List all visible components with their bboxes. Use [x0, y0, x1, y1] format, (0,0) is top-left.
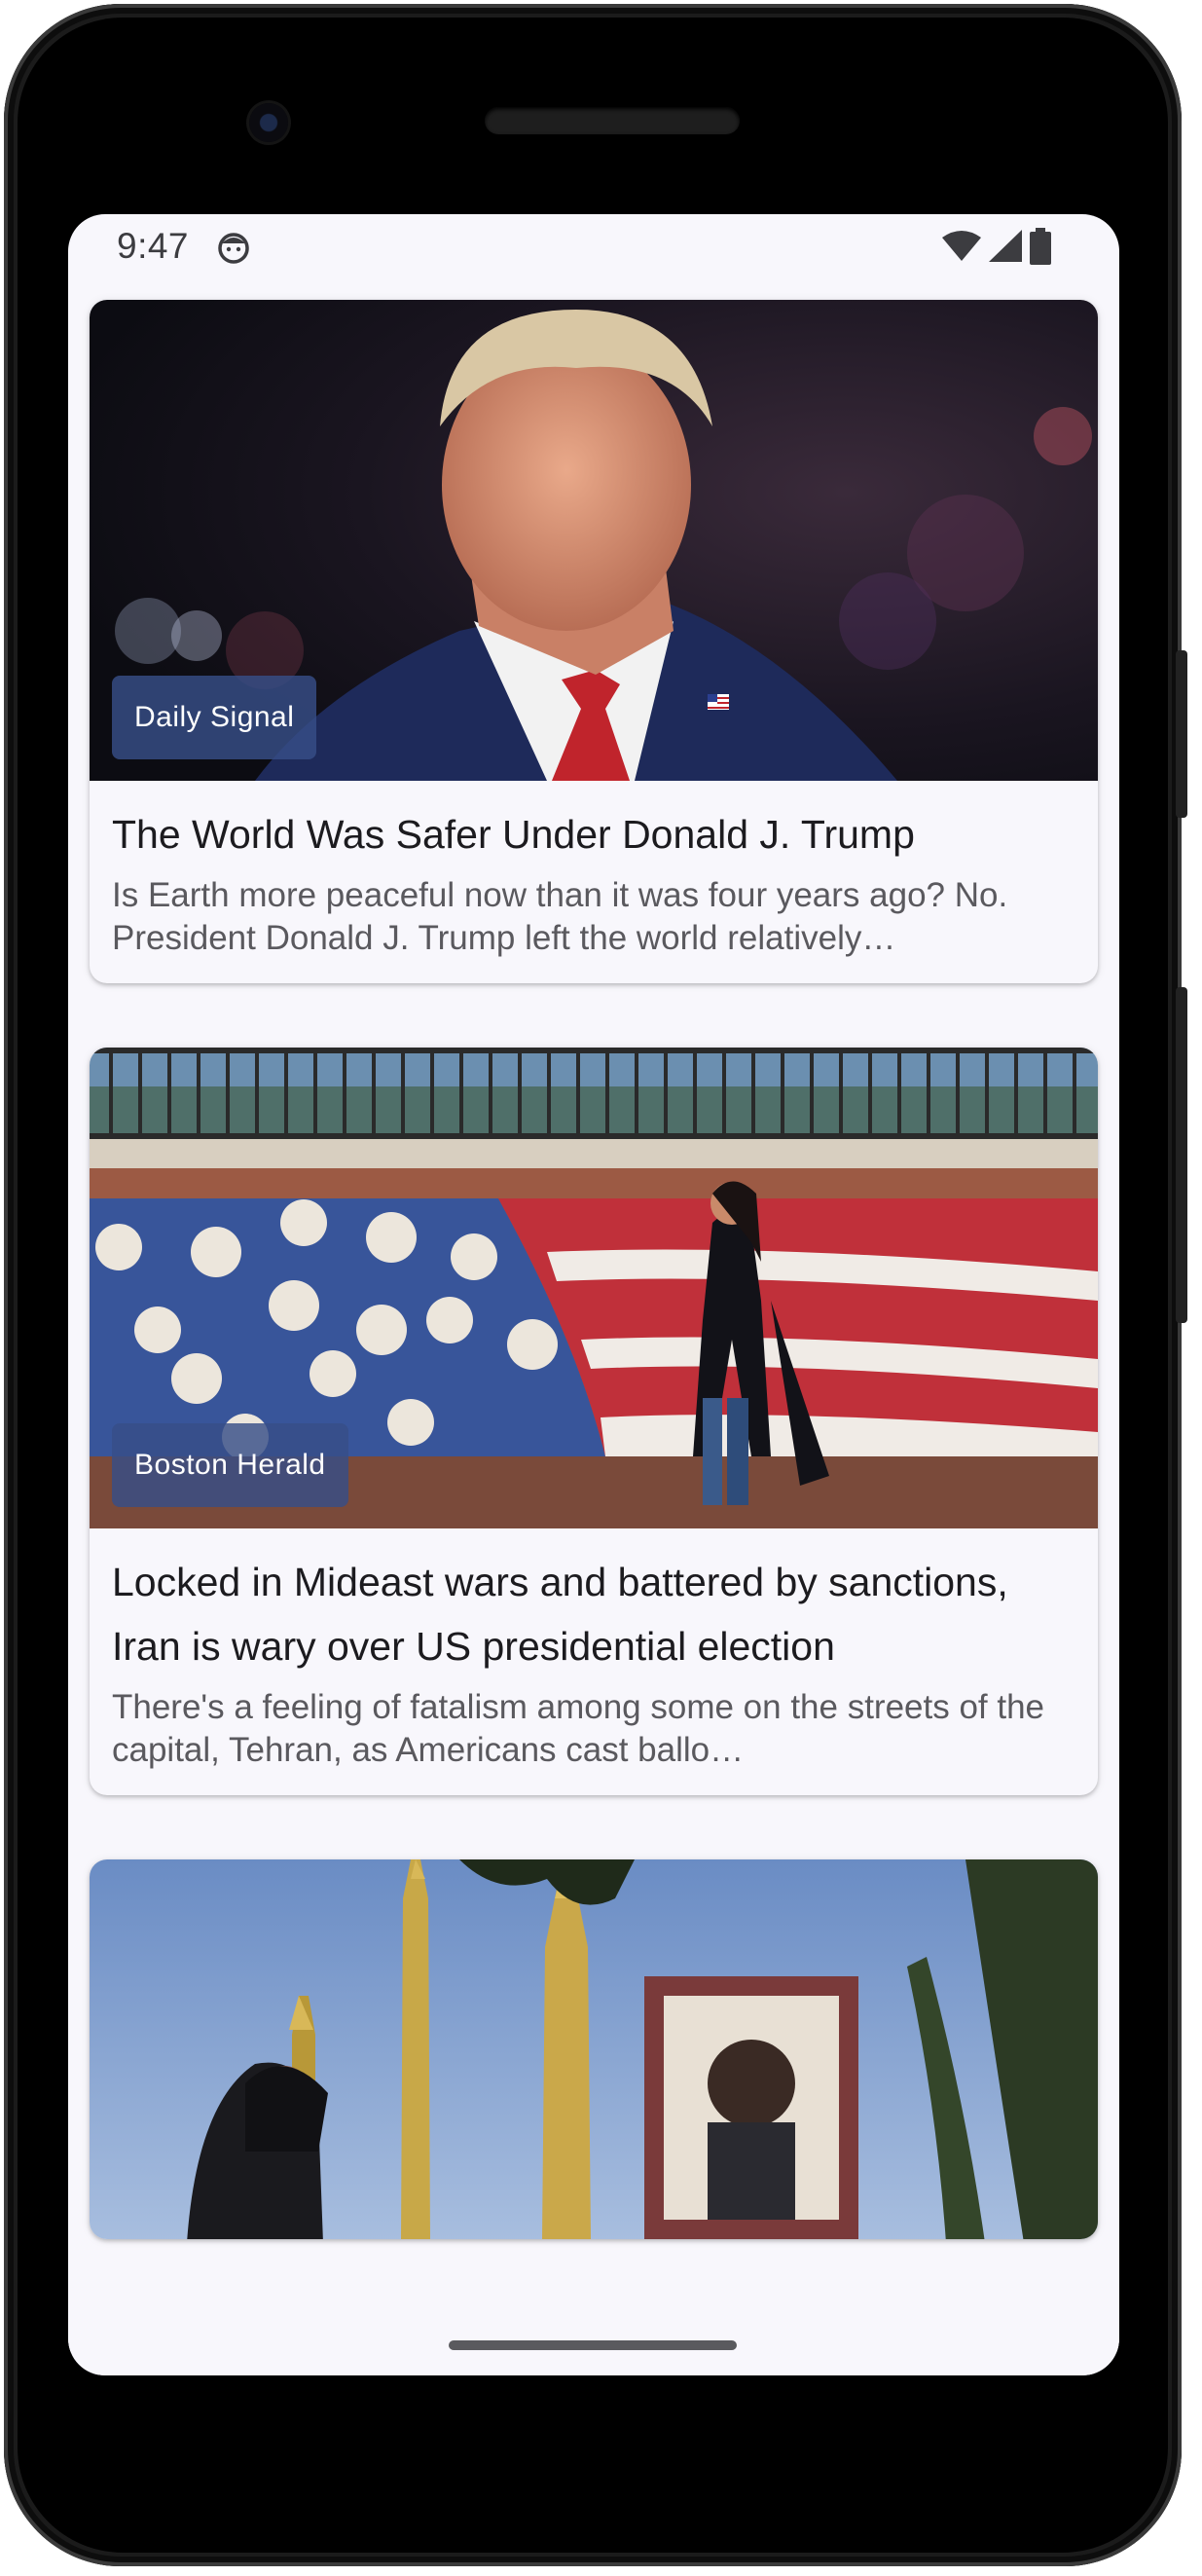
- app-notification-icon: [218, 233, 249, 264]
- power-button[interactable]: [1176, 650, 1187, 818]
- front-camera: [249, 103, 288, 142]
- article-image: Boston Herald: [90, 1048, 1098, 1528]
- article-body: Locked in Mideast wars and battered by s…: [90, 1528, 1098, 1795]
- article-description: There's a feeling of fatalism among some…: [112, 1688, 1045, 1769]
- status-time: 9:47: [117, 226, 190, 266]
- home-gesture-handle[interactable]: [449, 2340, 737, 2350]
- battery-icon: [1030, 228, 1051, 265]
- article-image: Daily Signal: [90, 300, 1098, 781]
- source-badge: Daily Signal: [112, 676, 317, 759]
- status-bar: 9:47: [68, 214, 1119, 300]
- gesture-navigation-bar: [68, 2311, 1119, 2375]
- article-body: The World Was Safer Under Donald J. Trum…: [90, 781, 1098, 983]
- news-feed[interactable]: Daily Signal The World Was Safer Under D…: [90, 300, 1098, 2239]
- volume-rocker[interactable]: [1176, 987, 1187, 1323]
- earpiece-speaker: [485, 107, 740, 134]
- source-badge: Boston Herald: [112, 1423, 348, 1507]
- article-card[interactable]: Boston Herald Locked in Mideast wars and…: [90, 1048, 1098, 1795]
- article-title: The World Was Safer Under Donald J. Trum…: [112, 812, 915, 857]
- article-card[interactable]: Daily Signal The World Was Safer Under D…: [90, 300, 1098, 983]
- article-title: Locked in Mideast wars and battered by s…: [112, 1560, 1008, 1669]
- article-card[interactable]: [90, 1859, 1098, 2239]
- device-screen: 9:47 Daily Signal The World Was Safer Un…: [68, 214, 1119, 2375]
- cellular-signal-icon: [989, 230, 1022, 262]
- wifi-icon: [942, 231, 981, 261]
- article-description: Is Earth more peaceful now than it was f…: [112, 876, 1008, 957]
- article-image: [90, 1859, 1098, 2239]
